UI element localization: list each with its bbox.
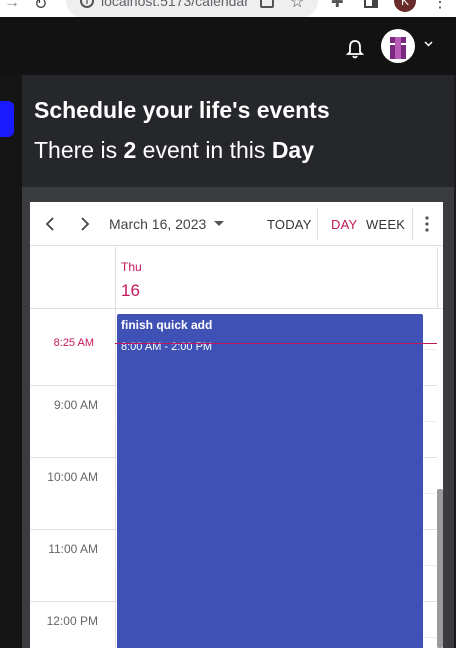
event-title: finish quick add [121,318,213,332]
sidebar-active-button[interactable] [0,101,14,137]
profile-avatar[interactable]: K [394,0,416,12]
gutter-tick [30,529,115,530]
event-count: 2 [123,137,137,163]
time-grid[interactable]: 8:25 AM 9:00 AM 10:00 AM 11:00 AM 12:00 … [30,309,443,648]
share-icon[interactable] [260,0,274,8]
page-title: Schedule your life's events [34,97,330,123]
toolbar-divider [412,208,413,240]
hour-label: 10:00 AM [47,470,98,484]
day-of-week: Thu [121,260,142,274]
current-time-indicator [115,343,437,344]
browser-menu-icon[interactable]: ⋮ [432,0,448,12]
hour-label: 12:00 PM [46,614,98,628]
day-number[interactable]: 16 [121,281,140,301]
scrollbar-thumb[interactable] [437,489,443,648]
forward-icon[interactable]: → [4,0,20,12]
date-selector[interactable]: March 16, 2023 [109,216,206,232]
day-header: Thu 16 [30,247,443,309]
browser-toolbar: → ↻ i localhost:5173/calendar ☆ ✚ K ⋮ [0,0,456,17]
gutter-divider [115,247,116,309]
calendar-event[interactable]: finish quick add 8:00 AM - 2:00 PM [117,314,423,648]
column-divider [437,247,438,309]
gutter-tick [30,385,115,386]
chevron-left-icon[interactable] [41,214,61,234]
today-button[interactable]: TODAY [267,217,312,232]
event-summary: There is 2 event in this Day [34,137,315,163]
side-panel-icon[interactable] [364,0,378,8]
hour-label: 9:00 AM [53,398,98,412]
star-icon[interactable]: ☆ [290,0,304,12]
headline-section: Schedule your life's events There is 2 e… [22,75,454,187]
sidebar [0,75,22,648]
summary-period: Day [271,137,315,163]
url-text[interactable]: localhost:5173/calendar [101,0,249,9]
dropdown-caret-icon[interactable] [214,221,224,226]
hour-label: 11:00 AM [48,542,98,556]
calendar-toolbar: March 16, 2023 TODAY DAY WEEK [30,202,443,246]
chevron-down-icon[interactable] [424,41,433,47]
day-view-button[interactable]: DAY [331,217,357,232]
user-avatar[interactable] [381,29,415,63]
week-view-button[interactable]: WEEK [366,217,405,232]
toolbar-divider [317,208,318,240]
extensions-icon[interactable]: ✚ [331,0,344,11]
app-header [0,17,456,75]
gutter-tick [30,457,115,458]
chevron-right-icon[interactable] [74,214,94,234]
current-time-label: 8:25 AM [53,337,94,349]
more-vert-icon[interactable] [425,215,429,233]
bell-icon[interactable] [346,39,364,59]
reload-icon[interactable]: ↻ [34,0,47,14]
calendar: March 16, 2023 TODAY DAY WEEK Thu 16 8:2… [30,202,443,648]
gutter-divider [115,309,116,648]
gutter-tick [30,601,115,602]
